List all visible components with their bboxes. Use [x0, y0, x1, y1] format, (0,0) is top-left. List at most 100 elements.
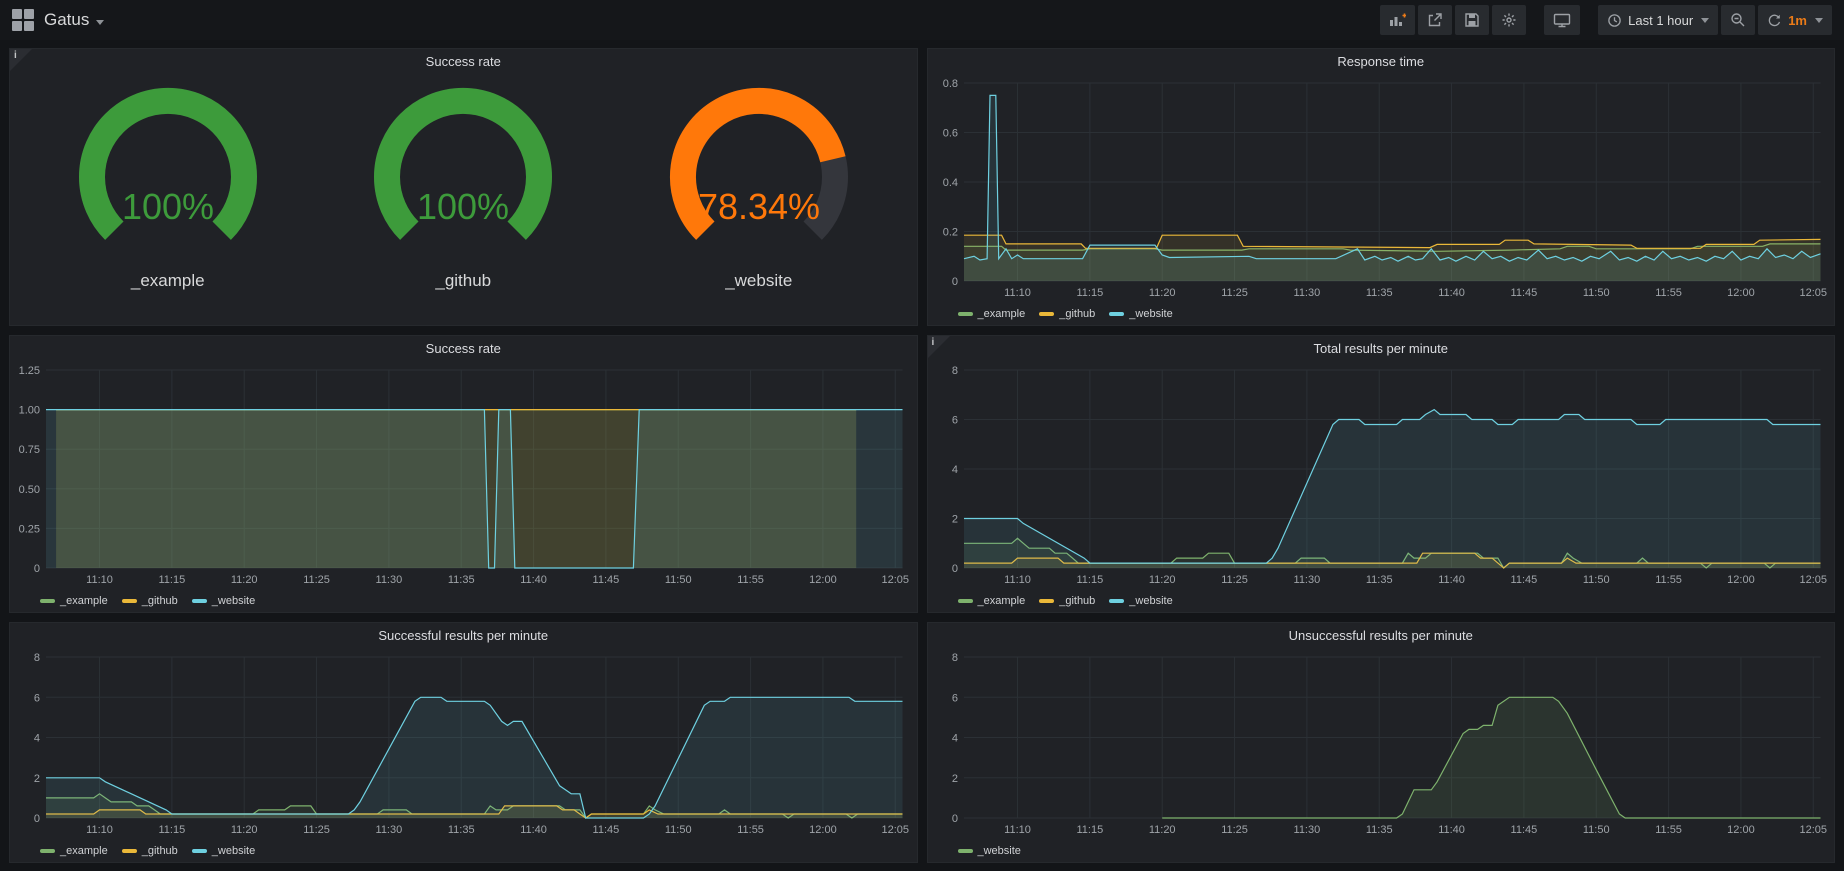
- svg-text:11:15: 11:15: [1076, 824, 1103, 836]
- chart-canvas[interactable]: 11:1011:1511:2011:2511:3011:3511:4011:45…: [928, 649, 1835, 840]
- save-button[interactable]: [1455, 5, 1489, 35]
- svg-text:11:45: 11:45: [593, 574, 620, 586]
- svg-text:6: 6: [951, 415, 957, 427]
- panel-title[interactable]: Total results per minute: [928, 336, 1835, 362]
- legend-swatch: [1039, 312, 1054, 316]
- svg-text:12:00: 12:00: [1727, 287, 1755, 299]
- legend-label: _github: [142, 845, 178, 857]
- top-navbar: Gatus: [0, 0, 1844, 40]
- panel-title[interactable]: Success rate: [10, 336, 917, 362]
- grafana-apps-icon[interactable]: [12, 9, 34, 31]
- chart-legend: _example _github _website: [928, 303, 1835, 325]
- cycle-view-button[interactable]: [1544, 5, 1580, 35]
- svg-text:11:55: 11:55: [1655, 824, 1682, 836]
- legend-item-_example[interactable]: _example: [40, 845, 108, 857]
- chart-canvas[interactable]: 11:1011:1511:2011:2511:3011:3511:4011:45…: [928, 75, 1835, 303]
- logo-square: [12, 9, 22, 19]
- legend-swatch: [958, 849, 973, 853]
- svg-text:11:35: 11:35: [1365, 287, 1392, 299]
- svg-text:11:25: 11:25: [303, 574, 330, 586]
- svg-text:11:10: 11:10: [1004, 824, 1031, 836]
- panel-title[interactable]: Success rate: [10, 49, 917, 75]
- svg-text:11:30: 11:30: [376, 574, 403, 586]
- zoom-out-icon: [1730, 12, 1746, 28]
- panel-title[interactable]: Response time: [928, 49, 1835, 75]
- legend-item-_website[interactable]: _website: [958, 845, 1021, 857]
- info-icon[interactable]: i: [928, 336, 950, 358]
- legend-item-_website[interactable]: _website: [1109, 595, 1172, 607]
- legend-item-_github[interactable]: _github: [1039, 595, 1095, 607]
- svg-text:11:45: 11:45: [1510, 287, 1537, 299]
- svg-text:0.25: 0.25: [19, 523, 40, 535]
- legend-swatch: [40, 599, 55, 603]
- legend-item-_website[interactable]: _website: [192, 595, 255, 607]
- legend-label: _github: [142, 595, 178, 607]
- clock-icon: [1607, 13, 1622, 28]
- zoom-out-button[interactable]: [1721, 5, 1755, 35]
- chart-canvas[interactable]: 11:1011:1511:2011:2511:3011:3511:4011:45…: [10, 362, 917, 590]
- legend-swatch: [1109, 312, 1124, 316]
- refresh-interval-label: 1m: [1788, 13, 1807, 28]
- panel-success-rate-gauges: i Success rate 100%_example100%_github78…: [9, 48, 918, 326]
- time-range-picker[interactable]: Last 1 hour: [1598, 5, 1718, 35]
- legend-swatch: [192, 599, 207, 603]
- info-icon[interactable]: i: [10, 49, 32, 71]
- svg-text:0.75: 0.75: [19, 444, 40, 456]
- share-button[interactable]: [1418, 5, 1452, 35]
- gauge-value: 78.34%: [698, 186, 820, 227]
- svg-text:11:25: 11:25: [1221, 574, 1248, 586]
- legend-label: _example: [60, 845, 108, 857]
- chart-canvas[interactable]: 11:1011:1511:2011:2511:3011:3511:4011:45…: [928, 362, 1835, 590]
- svg-text:4: 4: [34, 733, 40, 745]
- legend-item-_github[interactable]: _github: [122, 595, 178, 607]
- svg-text:11:40: 11:40: [1438, 574, 1465, 586]
- chevron-down-icon: [1815, 18, 1823, 23]
- legend-swatch: [958, 599, 973, 603]
- monitor-icon: [1553, 12, 1571, 28]
- legend-label: _website: [978, 845, 1021, 857]
- svg-text:11:35: 11:35: [448, 574, 475, 586]
- svg-text:12:05: 12:05: [1799, 287, 1827, 299]
- legend-item-_github[interactable]: _github: [1039, 308, 1095, 320]
- legend-item-_example[interactable]: _example: [958, 595, 1026, 607]
- svg-text:11:30: 11:30: [1293, 824, 1320, 836]
- chevron-down-icon: [96, 20, 104, 25]
- legend-label: _example: [978, 595, 1026, 607]
- svg-text:11:40: 11:40: [1438, 824, 1465, 836]
- svg-text:11:20: 11:20: [231, 824, 258, 836]
- refresh-picker[interactable]: 1m: [1758, 5, 1832, 35]
- gear-icon: [1501, 12, 1517, 28]
- svg-text:11:50: 11:50: [665, 824, 692, 836]
- dashboard-title-dropdown[interactable]: Gatus: [44, 10, 104, 30]
- chart-canvas[interactable]: 11:1011:1511:2011:2511:3011:3511:4011:45…: [10, 649, 917, 840]
- svg-text:0.4: 0.4: [942, 177, 957, 189]
- refresh-icon: [1767, 13, 1782, 28]
- legend-swatch: [40, 849, 55, 853]
- legend-item-_github[interactable]: _github: [122, 845, 178, 857]
- legend-label: _example: [60, 595, 108, 607]
- svg-text:0: 0: [951, 276, 957, 288]
- svg-text:0.6: 0.6: [942, 128, 957, 140]
- svg-text:11:55: 11:55: [737, 574, 764, 586]
- svg-text:12:00: 12:00: [809, 824, 837, 836]
- panel-title[interactable]: Successful results per minute: [10, 623, 917, 649]
- legend-item-_website[interactable]: _website: [192, 845, 255, 857]
- chart-legend: _example _github _website: [928, 590, 1835, 612]
- svg-text:11:50: 11:50: [1582, 824, 1609, 836]
- panel-title[interactable]: Unsuccessful results per minute: [928, 623, 1835, 649]
- svg-text:0: 0: [34, 563, 40, 575]
- svg-text:4: 4: [951, 464, 957, 476]
- svg-text:8: 8: [34, 652, 40, 664]
- add-panel-button[interactable]: [1380, 5, 1415, 35]
- settings-button[interactable]: [1492, 5, 1526, 35]
- svg-text:11:45: 11:45: [1510, 824, 1537, 836]
- svg-text:0: 0: [951, 813, 957, 825]
- legend-item-_example[interactable]: _example: [958, 308, 1026, 320]
- legend-item-_website[interactable]: _website: [1109, 308, 1172, 320]
- svg-text:11:10: 11:10: [1004, 574, 1031, 586]
- gauge-value: 100%: [122, 186, 214, 227]
- gauge-canvas[interactable]: 100%_example100%_github78.34%_website: [10, 75, 917, 325]
- logo-square: [24, 9, 34, 19]
- chart-legend: _example _github _website: [10, 840, 917, 862]
- legend-item-_example[interactable]: _example: [40, 595, 108, 607]
